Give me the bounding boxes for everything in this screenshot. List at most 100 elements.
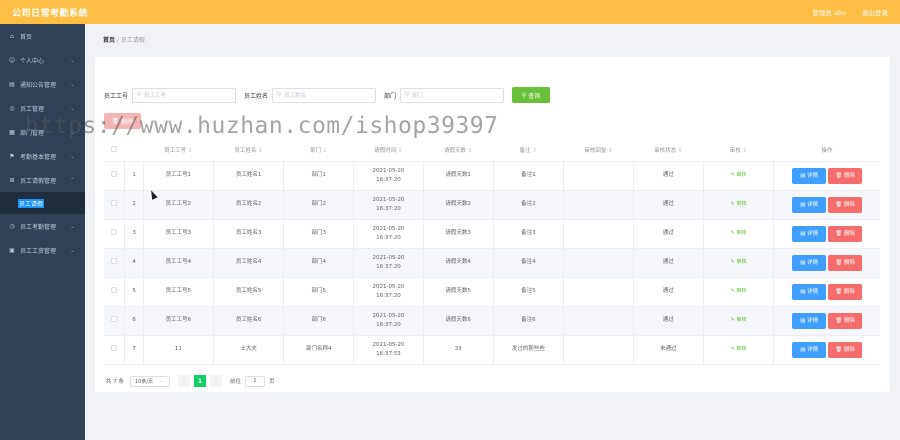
emp-no-input[interactable]: ⚲ 员工工号 — [132, 87, 237, 103]
column-header[interactable]: 请假天数 ⇕ — [423, 139, 493, 162]
review-link-label: 审核 — [736, 259, 747, 265]
delete-button[interactable]: 🗑 删除 — [828, 341, 863, 358]
sort-icon[interactable]: ⇕ — [606, 148, 613, 154]
cell-note: 备注6 — [493, 306, 565, 336]
sort-icon[interactable]: ⇕ — [531, 148, 537, 154]
delete-button-label: 删除 — [844, 288, 856, 295]
detail-button[interactable]: ▤ 详情 — [792, 196, 827, 213]
cell-idx: 7 — [124, 335, 145, 365]
column-header-label: 审核 — [729, 147, 741, 154]
row-checkbox[interactable] — [111, 315, 118, 322]
sidebar-item-8[interactable]: ▣ 员工工资管理 ⌄ — [0, 238, 85, 262]
sidebar-item-2[interactable]: ▤ 通知公告管理 ⌄ — [0, 72, 85, 96]
sort-icon[interactable]: ⇕ — [396, 148, 403, 154]
table-row: 4 员工工号4 员工姓名4 部门4 2021-05-20 16:37:20 请假天数4 备注… — [104, 248, 880, 278]
delete-button[interactable]: 🗑 删除 — [828, 254, 863, 271]
column-header[interactable]: 审核状态 ⇕ — [633, 139, 704, 162]
review-link[interactable]: ✎ 审核 — [731, 172, 747, 178]
row-checkbox[interactable] — [111, 286, 118, 293]
page-number-current[interactable]: 1 — [194, 375, 206, 387]
trash-icon: 🗑 — [835, 288, 845, 295]
review-link-label: 审核 — [736, 172, 747, 178]
sidebar-item-5[interactable]: ⚑ 考勤基本管理 ⌄ — [0, 144, 85, 168]
goto-page-input[interactable]: 1 — [245, 375, 266, 387]
prev-page-button[interactable]: ‹ — [178, 375, 190, 387]
row-checkbox-cell — [104, 190, 126, 220]
row-checkbox[interactable] — [111, 199, 118, 206]
table-row: 5 员工工号5 员工姓名5 部门5 2021-05-20 16:37:20 请假天数5 备注… — [104, 277, 880, 307]
sort-icon[interactable]: ⇕ — [676, 148, 683, 154]
sort-icon[interactable]: ⇕ — [466, 148, 473, 154]
sort-icon[interactable]: ⇕ — [256, 148, 263, 154]
column-header[interactable]: 员工工号 ⇕ — [143, 139, 214, 162]
logout-link[interactable]: 退出登录 — [862, 7, 888, 17]
admin-label[interactable]: 管理员 abo — [812, 7, 846, 17]
delete-button[interactable]: 🗑 删除 — [828, 283, 863, 300]
sidebar-item-7[interactable]: ◷ 员工考勤管理 ⌄ — [0, 214, 85, 238]
cell-note: 备注5 — [493, 277, 565, 307]
breadcrumb-home[interactable]: 首页 — [103, 37, 115, 44]
column-header — [124, 139, 144, 162]
cell-status: 通过 — [633, 277, 704, 307]
review-link[interactable]: ✎ 审核 — [731, 288, 747, 294]
cell-status: 未通过 — [633, 335, 704, 365]
column-header[interactable]: 员工姓名 ⇕ — [213, 139, 284, 162]
sort-icon[interactable]: ⇕ — [186, 148, 193, 154]
review-link-label: 审核 — [736, 201, 747, 207]
review-link[interactable]: ✎ 审核 — [731, 259, 747, 265]
actions-cell: ▤ 详情 🗑 删除 — [773, 277, 880, 307]
actions-cell: ▤ 详情 🗑 删除 — [773, 219, 880, 249]
row-checkbox[interactable] — [111, 170, 118, 177]
emp-name-input[interactable]: ⚲ 员工姓名 — [272, 87, 377, 103]
sort-icon[interactable]: ⇕ — [741, 148, 748, 154]
review-link[interactable]: ✎ 审核 — [731, 230, 747, 236]
detail-button[interactable]: ▤ 详情 — [792, 167, 827, 184]
sidebar-item-6[interactable]: ⊞ 员工请假管理 ⌃ — [0, 168, 85, 192]
delete-button[interactable]: 🗑 删除 — [828, 312, 863, 329]
sidebar-item-label: 员工工资管理 — [20, 247, 57, 255]
detail-button[interactable]: ▤ 详情 — [792, 341, 827, 358]
review-link-label: 审核 — [736, 288, 747, 294]
cell-idx: 2 — [124, 190, 145, 220]
search-button[interactable]: ⚲ 查询 — [512, 87, 551, 103]
chevron-down-icon: ⌄ — [69, 104, 75, 112]
column-header[interactable]: 审核 ⇕ — [703, 139, 774, 162]
dept-input[interactable]: ⚲ 部门 — [400, 87, 505, 103]
delete-button-label: 删除 — [844, 201, 856, 208]
review-link[interactable]: ✎ 审核 — [731, 201, 747, 207]
row-checkbox[interactable] — [111, 257, 118, 264]
detail-button[interactable]: ▤ 详情 — [792, 225, 827, 242]
sort-icon[interactable]: ⇕ — [321, 148, 328, 154]
table-row: 2 员工工号2 员工姓名2 部门2 2021-05-20 16:37:20 请假天数2 备注… — [104, 190, 880, 220]
sidebar-item-0[interactable]: ⌂ 首页 — [0, 24, 85, 48]
cell-reply — [563, 248, 634, 278]
detail-button[interactable]: ▤ 详情 — [792, 283, 827, 300]
cell-dept: 部门名称4 — [283, 335, 355, 365]
dept-placeholder: 部门 — [412, 93, 424, 99]
trash-icon: 🗑 — [835, 346, 845, 353]
review-link-label: 审核 — [736, 317, 747, 323]
review-link[interactable]: ✎ 审核 — [731, 346, 747, 352]
home-icon: ⌂ — [10, 32, 14, 40]
column-header[interactable]: 审核回复 ⇕ — [563, 139, 634, 162]
row-checkbox[interactable] — [111, 228, 118, 235]
sidebar-item-label: 通知公告管理 — [20, 81, 57, 89]
next-page-button[interactable]: › — [210, 375, 222, 387]
sidebar-item-1[interactable]: ☺ 个人中心 ⌄ — [0, 48, 85, 72]
delete-button[interactable]: 🗑 删除 — [828, 196, 863, 213]
detail-button-label: 详情 — [807, 259, 819, 266]
detail-button[interactable]: ▤ 详情 — [792, 312, 827, 329]
review-link[interactable]: ✎ 审核 — [731, 317, 747, 323]
column-header[interactable]: 部门 ⇕ — [283, 139, 354, 162]
page-size-select[interactable]: 10条/页 ⌄ — [130, 375, 170, 387]
select-all-checkbox[interactable] — [111, 145, 118, 152]
sidebar-subitem-leave[interactable]: 员工请假 — [0, 192, 85, 214]
delete-button[interactable]: 🗑 删除 — [828, 167, 863, 184]
row-checkbox[interactable] — [111, 344, 118, 351]
detail-button[interactable]: ▤ 详情 — [792, 254, 827, 271]
column-header[interactable]: 请假时间 ⇕ — [353, 139, 424, 162]
column-header[interactable]: 备注 ⇕ — [493, 139, 564, 162]
delete-button[interactable]: 🗑 删除 — [828, 225, 863, 242]
review-cell: ✎ 审核 — [703, 190, 775, 220]
actions-cell: ▤ 详情 🗑 删除 — [773, 306, 880, 336]
